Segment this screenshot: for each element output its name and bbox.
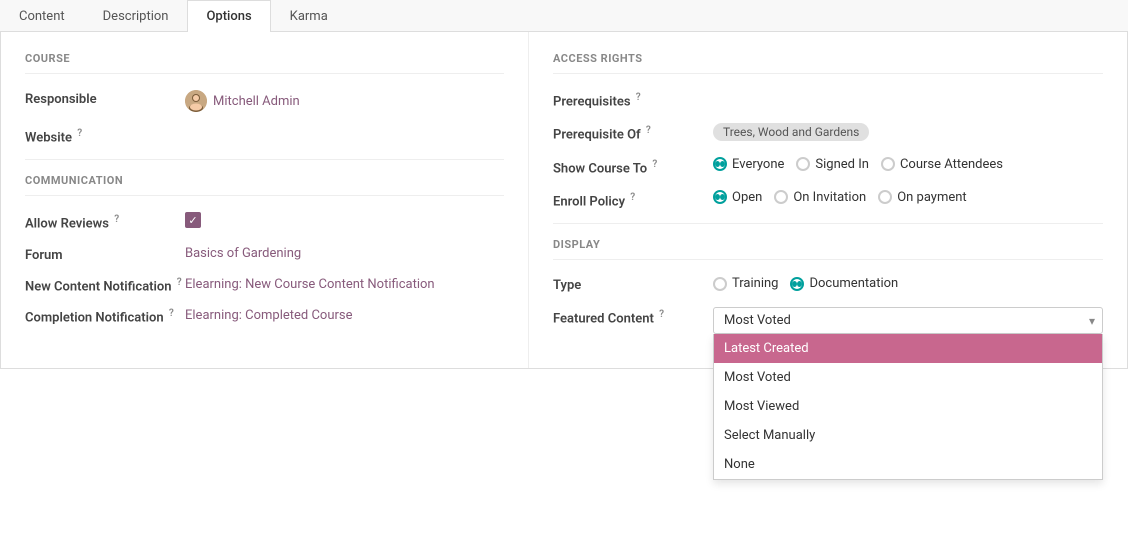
new-content-notification-value[interactable]: Elearning: New Course Content Notificati… [185,277,504,292]
forum-label: Forum [25,246,185,263]
radio-course-attendees[interactable] [881,157,895,171]
prerequisite-of-row: Prerequisite Of ? Trees, Wood and Garden… [553,123,1103,142]
tab-bar: Content Description Options Karma [0,0,1128,32]
tab-options[interactable]: Options [187,0,270,32]
responsible-value: Mitchell Admin [185,90,504,112]
main-content: COURSE Responsible [0,32,1128,369]
type-training[interactable]: Training [713,276,778,291]
allow-reviews-checkbox[interactable]: ✓ [185,212,201,228]
dropdown-option-none[interactable]: None [714,450,1102,479]
dropdown-option-latest-created[interactable]: Latest Created [714,334,1102,363]
featured-content-select[interactable]: Most Voted [713,307,1103,334]
responsible-user: Mitchell Admin [185,90,504,112]
show-course-to-attendees[interactable]: Course Attendees [881,157,1003,172]
right-panel: ACCESS RIGHTS Prerequisites ? Prerequisi… [529,32,1127,368]
featured-content-value: Most Voted ▾ Latest Created Most Voted M… [713,307,1103,334]
radio-everyone[interactable] [713,157,727,171]
display-title: DISPLAY [553,238,1103,260]
radio-documentation[interactable] [790,277,804,291]
website-label: Website ? [25,126,185,145]
enroll-policy-row: Enroll Policy ? Open On Invitation On pa… [553,190,1103,209]
radio-documentation-label: Documentation [809,276,898,291]
tab-description[interactable]: Description [84,0,188,32]
allow-reviews-value[interactable]: ✓ [185,212,504,228]
tab-karma[interactable]: Karma [271,0,347,32]
enroll-open[interactable]: Open [713,190,762,205]
show-course-to-everyone[interactable]: Everyone [713,157,784,172]
completion-notification-row: Completion Notification ? Elearning: Com… [25,308,504,325]
forum-value[interactable]: Basics of Gardening [185,246,504,261]
forum-row: Forum Basics of Gardening [25,246,504,263]
radio-open-label: Open [732,190,762,205]
responsible-row: Responsible Mitche [25,90,504,112]
radio-course-attendees-label: Course Attendees [900,157,1003,172]
dropdown-option-most-viewed[interactable]: Most Viewed [714,392,1102,421]
radio-open[interactable] [713,190,727,204]
completion-notification-label: Completion Notification ? [25,308,185,325]
prerequisite-of-badge: Trees, Wood and Gardens [713,123,869,141]
course-section-title: COURSE [25,52,504,74]
prerequisites-label: Prerequisites ? [553,90,713,109]
featured-content-label: Featured Content ? [553,307,713,326]
type-documentation[interactable]: Documentation [790,276,898,291]
radio-training-label: Training [732,276,778,291]
radio-payment-label: On payment [897,190,967,205]
prerequisites-row: Prerequisites ? [553,90,1103,109]
type-label: Type [553,276,713,293]
prerequisite-of-value: Trees, Wood and Gardens [713,123,1103,141]
forum-link[interactable]: Basics of Gardening [185,246,301,261]
allow-reviews-label: Allow Reviews ? [25,212,185,231]
type-options: Training Documentation [713,276,1103,291]
radio-invitation[interactable] [774,190,788,204]
completion-notification-value[interactable]: Elearning: Completed Course [185,308,504,323]
featured-content-dropdown: Latest Created Most Voted Most Viewed Se… [713,334,1103,480]
enroll-invitation[interactable]: On Invitation [774,190,866,205]
radio-signed-in-label: Signed In [815,157,869,172]
responsible-name-link[interactable]: Mitchell Admin [213,94,300,109]
radio-payment[interactable] [878,190,892,204]
radio-everyone-label: Everyone [732,157,784,172]
responsible-label: Responsible [25,90,185,107]
show-course-to-row: Show Course To ? Everyone Signed In Cour… [553,157,1103,176]
enroll-policy-label: Enroll Policy ? [553,190,713,209]
dropdown-option-select-manually[interactable]: Select Manually [714,421,1102,450]
radio-signed-in[interactable] [796,157,810,171]
radio-invitation-label: On Invitation [793,190,866,205]
featured-content-select-wrapper: Most Voted ▾ Latest Created Most Voted M… [713,307,1103,334]
new-content-notification-link[interactable]: Elearning: New Course Content Notificati… [185,277,435,292]
show-course-to-signed-in[interactable]: Signed In [796,157,869,172]
website-row: Website ? [25,126,504,145]
new-content-notification-label: New Content Notification ? [25,277,185,294]
avatar [185,90,207,112]
left-panel: COURSE Responsible [1,32,529,368]
prerequisite-of-label: Prerequisite Of ? [553,123,713,142]
tab-content[interactable]: Content [0,0,84,32]
completion-notification-link[interactable]: Elearning: Completed Course [185,308,353,323]
communication-section-title: COMMUNICATION [25,174,504,196]
show-course-to-options: Everyone Signed In Course Attendees [713,157,1103,172]
featured-content-row: Featured Content ? Most Voted ▾ Latest C… [553,307,1103,334]
new-content-notification-row: New Content Notification ? Elearning: Ne… [25,277,504,294]
access-rights-title: ACCESS RIGHTS [553,52,1103,74]
enroll-policy-options: Open On Invitation On payment [713,190,1103,205]
allow-reviews-row: Allow Reviews ? ✓ [25,212,504,231]
dropdown-option-most-voted[interactable]: Most Voted [714,363,1102,392]
tabs-container: Content Description Options Karma COURSE… [0,0,1128,369]
show-course-to-label: Show Course To ? [553,157,713,176]
type-row: Type Training Documentation [553,276,1103,293]
enroll-payment[interactable]: On payment [878,190,967,205]
radio-training[interactable] [713,277,727,291]
